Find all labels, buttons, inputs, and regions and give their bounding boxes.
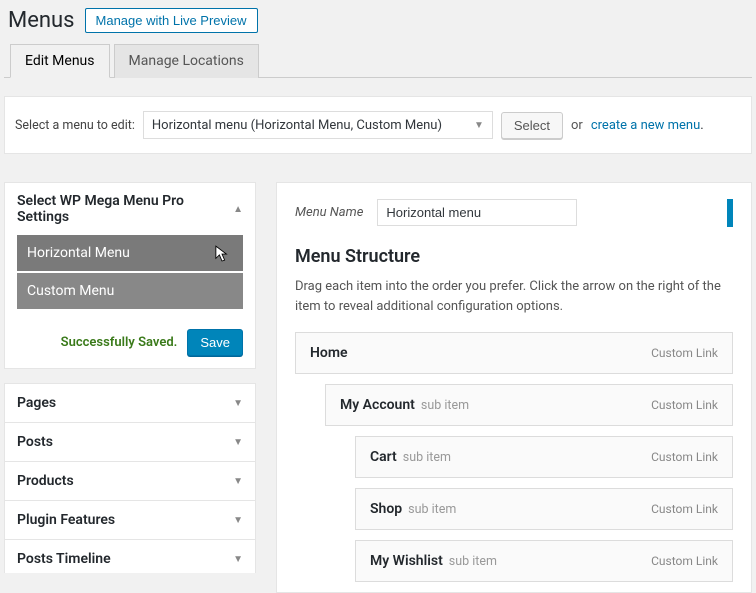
cursor-icon [215,245,229,263]
menu-item-my-wishlist[interactable]: My Wishlist sub item Custom Link [355,540,733,582]
menu-item-title: Home [310,345,348,361]
triangle-down-icon: ▼ [233,476,243,487]
triangle-down-icon: ▼ [233,515,243,526]
menu-structure-desc: Drag each item into the order you prefer… [295,277,733,316]
mega-menu-settings-panel: Select WP Mega Menu Pro Settings ▲ Horiz… [4,182,256,369]
accordion-label: Pages [17,395,56,411]
mega-menu-settings-title: Select WP Mega Menu Pro Settings [17,193,233,225]
chevron-down-icon: ▼ [474,120,484,131]
menu-item-title: Cart [370,449,397,465]
menu-item-home[interactable]: Home Custom Link [295,332,733,374]
mega-menu-item-horizontal[interactable]: Horizontal Menu [17,235,243,271]
menu-item-sub: sub item [421,398,469,413]
menu-item-sub: sub item [449,554,497,569]
saved-message: Successfully Saved. [61,335,178,350]
menu-item-title: Shop [370,501,402,517]
select-menu-label: Select a menu to edit: [15,118,135,133]
accordion-plugin-features[interactable]: Plugin Features ▼ [4,501,256,540]
menu-item-my-account[interactable]: My Account sub item Custom Link [325,384,733,426]
add-items-accordion: Pages ▼ Posts ▼ Products ▼ Plugin Featur… [4,383,256,573]
menu-item-type: Custom Link [651,554,718,568]
menu-item-type: Custom Link [651,502,718,516]
accordion-label: Products [17,473,74,489]
menu-dropdown[interactable]: Horizontal menu (Horizontal Menu, Custom… [143,111,493,139]
menu-item-sub: sub item [408,502,456,517]
mega-menu-settings-header[interactable]: Select WP Mega Menu Pro Settings ▲ [5,183,255,235]
menu-dropdown-value: Horizontal menu (Horizontal Menu, Custom… [152,118,442,133]
accordion-pages[interactable]: Pages ▼ [4,384,256,423]
menu-item-type: Custom Link [651,398,718,412]
menu-name-input[interactable] [377,199,577,226]
menu-item-cart[interactable]: Cart sub item Custom Link [355,436,733,478]
live-preview-button[interactable]: Manage with Live Preview [85,8,258,33]
accordion-label: Plugin Features [17,512,115,528]
menu-item-title: My Wishlist [370,553,443,569]
mega-menu-item-label: Horizontal Menu [27,245,130,261]
menu-item-type: Custom Link [651,346,718,360]
select-button[interactable]: Select [501,112,563,139]
triangle-down-icon: ▼ [233,398,243,409]
accordion-posts[interactable]: Posts ▼ [4,423,256,462]
accordion-posts-timeline[interactable]: Posts Timeline ▼ [4,540,256,573]
mega-menu-item-label: Custom Menu [27,283,114,299]
mega-menu-item-custom[interactable]: Custom Menu [17,273,243,309]
tab-edit-menus[interactable]: Edit Menus [10,44,110,78]
menu-structure-title: Menu Structure [295,246,733,267]
save-menu-button-edge[interactable] [727,199,733,227]
menu-item-shop[interactable]: Shop sub item Custom Link [355,488,733,530]
tab-manage-locations[interactable]: Manage Locations [114,44,259,78]
create-new-menu-link[interactable]: create a new menu [591,118,700,133]
or-text: or [571,118,583,133]
triangle-up-icon: ▲ [233,204,243,215]
save-button[interactable]: Save [187,329,243,356]
select-menu-bar: Select a menu to edit: Horizontal menu (… [4,96,752,154]
period: . [700,118,703,133]
accordion-products[interactable]: Products ▼ [4,462,256,501]
nav-tabs: Edit Menus Manage Locations [4,43,752,78]
menu-item-sub: sub item [403,450,451,465]
menu-name-label: Menu Name [295,205,363,220]
accordion-label: Posts Timeline [17,551,111,567]
accordion-label: Posts [17,434,53,450]
menu-item-type: Custom Link [651,450,718,464]
menu-editor-panel: Menu Name Menu Structure Drag each item … [276,182,752,593]
menu-item-title: My Account [340,397,415,413]
triangle-down-icon: ▼ [233,554,243,565]
page-title: Menus [8,8,75,33]
triangle-down-icon: ▼ [233,437,243,448]
